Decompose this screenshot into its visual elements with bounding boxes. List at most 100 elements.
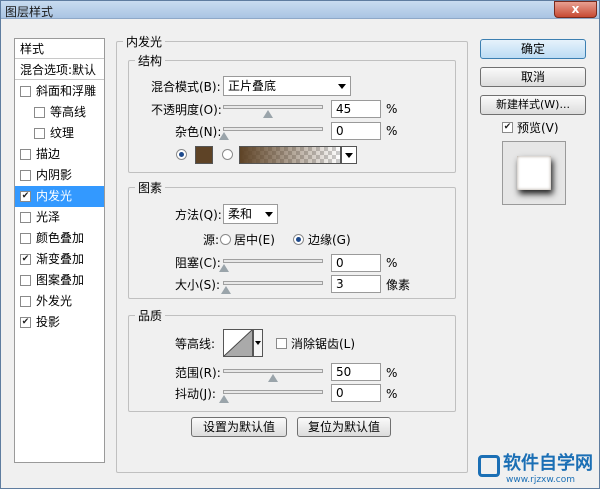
style-list-item[interactable]: 外发光 <box>15 291 104 312</box>
blend-mode-label: 混合模式(B): <box>151 80 221 94</box>
style-checkbox[interactable] <box>34 107 45 118</box>
contour-label: 等高线: <box>175 337 216 351</box>
size-slider-handle[interactable] <box>220 286 231 294</box>
style-list-item[interactable]: 描边 <box>15 144 104 165</box>
noise-slider[interactable] <box>219 127 323 140</box>
style-list-label: 渐变叠加 <box>36 252 85 266</box>
style-list-item[interactable]: ✔ 内发光 <box>15 186 104 207</box>
source-center-radio[interactable] <box>220 234 231 245</box>
chevron-down-icon <box>345 153 353 158</box>
source-edge-radio[interactable] <box>293 234 304 245</box>
title-bar: 图层样式 x <box>1 1 599 19</box>
preview-label: 预览(V) <box>517 121 559 135</box>
style-list-label: 描边 <box>36 147 61 161</box>
reset-default-button[interactable]: 复位为默认值 <box>297 417 391 437</box>
style-checkbox[interactable]: ✔ <box>20 254 31 265</box>
style-checkbox[interactable] <box>20 275 31 286</box>
contour-picker-button[interactable] <box>253 329 263 357</box>
range-unit: % <box>386 366 398 380</box>
preview-checkbox[interactable]: ✔ <box>502 122 513 133</box>
style-list-label: 图案叠加 <box>36 273 85 287</box>
style-list-label: 投影 <box>36 315 61 329</box>
style-preview <box>502 141 566 205</box>
style-checkbox[interactable] <box>20 86 31 97</box>
range-input[interactable]: 50 <box>331 363 381 381</box>
make-default-button[interactable]: 设置为默认值 <box>191 417 287 437</box>
range-label: 范围(R): <box>175 366 221 380</box>
technique-value: 柔和 <box>228 207 253 221</box>
cancel-button[interactable]: 取消 <box>480 67 586 87</box>
range-slider-handle[interactable] <box>268 374 278 382</box>
jitter-input[interactable]: 0 <box>331 384 381 402</box>
style-list-item[interactable]: ✔ 渐变叠加 <box>15 249 104 270</box>
noise-unit: % <box>386 124 398 138</box>
quality-title: 品质 <box>138 309 163 323</box>
style-checkbox[interactable] <box>34 128 45 139</box>
ok-button[interactable]: 确定 <box>480 39 586 59</box>
style-list-item[interactable]: 光泽 <box>15 207 104 228</box>
style-checkbox[interactable] <box>20 212 31 223</box>
style-checkbox[interactable] <box>20 170 31 181</box>
choke-label: 阻塞(C): <box>175 256 221 270</box>
style-list-label: 等高线 <box>50 105 87 119</box>
style-list-label: 内阴影 <box>36 168 73 182</box>
jitter-slider-handle[interactable] <box>219 395 229 403</box>
gradient-swatch[interactable] <box>239 146 341 164</box>
anti-alias-label: 消除锯齿(L) <box>291 337 356 351</box>
style-checkbox[interactable] <box>20 149 31 160</box>
preview-square <box>517 156 551 190</box>
blend-mode-value: 正片叠底 <box>228 79 277 93</box>
style-list-label: 光泽 <box>36 210 61 224</box>
style-list-item[interactable]: 内阴影 <box>15 165 104 186</box>
solid-color-radio[interactable] <box>176 149 187 160</box>
style-checkbox[interactable]: ✔ <box>20 191 31 202</box>
structure-title: 结构 <box>138 54 163 68</box>
opacity-input[interactable]: 45 <box>331 100 381 118</box>
style-list-label: 纹理 <box>50 126 75 140</box>
blend-mode-select[interactable]: 正片叠底 <box>223 76 351 96</box>
style-list-label: 外发光 <box>36 294 73 308</box>
glow-color-swatch[interactable] <box>195 146 213 164</box>
size-slider[interactable] <box>220 281 323 294</box>
watermark-url: www.rjzxw.com <box>506 475 575 485</box>
jitter-label: 抖动(J): <box>175 387 216 401</box>
opacity-unit: % <box>386 102 398 116</box>
style-list-item[interactable]: 图案叠加 <box>15 270 104 291</box>
style-list-item[interactable]: 颜色叠加 <box>15 228 104 249</box>
opacity-slider-handle[interactable] <box>263 110 274 118</box>
noise-label: 杂色(N): <box>175 125 222 139</box>
choke-input[interactable]: 0 <box>331 254 381 272</box>
style-checkbox[interactable]: ✔ <box>20 317 31 328</box>
range-slider[interactable] <box>223 369 323 382</box>
noise-input[interactable]: 0 <box>331 122 381 140</box>
style-checkbox[interactable] <box>20 296 31 307</box>
size-input[interactable]: 3 <box>331 275 381 293</box>
new-style-button[interactable]: 新建样式(W)... <box>480 95 586 115</box>
gradient-picker-button[interactable] <box>341 146 357 164</box>
technique-select[interactable]: 柔和 <box>223 204 278 224</box>
contour-curve-icon <box>223 329 253 357</box>
noise-slider-handle[interactable] <box>219 132 229 140</box>
anti-alias-checkbox[interactable] <box>276 338 287 349</box>
watermark-brand: 软件自学网 <box>503 453 593 474</box>
contour-preview[interactable] <box>223 329 253 357</box>
style-list-item[interactable]: 斜面和浮雕 <box>15 81 104 102</box>
style-checkbox[interactable] <box>20 233 31 244</box>
technique-label: 方法(Q): <box>175 208 222 222</box>
watermark: 软件自学网 www.rjzxw.com <box>478 453 598 487</box>
chevron-down-icon <box>265 212 273 217</box>
choke-unit: % <box>386 256 398 270</box>
close-button[interactable]: x <box>554 1 597 18</box>
style-list-item[interactable]: 纹理 <box>15 123 104 144</box>
blending-options-item[interactable]: 混合选项:默认 <box>15 60 104 80</box>
style-list-item[interactable]: ✔ 投影 <box>15 312 104 333</box>
opacity-slider[interactable] <box>223 105 323 118</box>
styles-list: 样式 混合选项:默认 斜面和浮雕等高线纹理描边内阴影 ✔ 内发光光泽颜色叠加 ✔ 渐变叠… <box>14 38 105 463</box>
choke-slider-handle[interactable] <box>219 264 229 272</box>
choke-slider[interactable] <box>219 259 323 272</box>
layer-style-dialog: 图层样式 x 样式 混合选项:默认 斜面和浮雕等高线纹理描边内阴影 ✔ 内发光光泽颜… <box>0 0 600 489</box>
style-list-item[interactable]: 等高线 <box>15 102 104 123</box>
gradient-radio[interactable] <box>222 149 233 160</box>
styles-header[interactable]: 样式 <box>15 39 104 59</box>
jitter-slider[interactable] <box>219 390 323 403</box>
